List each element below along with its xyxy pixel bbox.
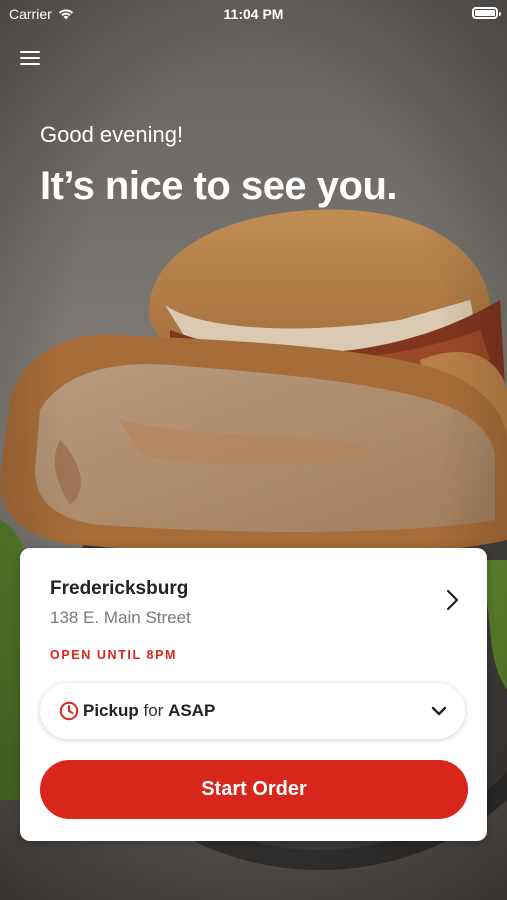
status-time: 11:04 PM [223,6,284,22]
status-bar: Carrier 11:04 PM [0,0,507,30]
location-address: 138 E. Main Street [50,608,191,627]
chevron-right-icon [446,589,459,611]
location-name: Fredericksburg [50,578,189,599]
order-connector: for [143,701,164,720]
location-card: Fredericksburg 138 E. Main Street OPEN U… [20,548,487,841]
clock-icon [59,701,79,721]
order-mode-dropdown[interactable]: Pickup for ASAP [40,683,465,739]
order-mode-text: Pickup for ASAP [83,701,215,721]
hours-status: OPEN UNTIL 8PM [50,648,178,662]
order-method: Pickup [83,701,139,720]
battery-icon [472,7,501,19]
headline-text: It’s nice to see you. [40,164,398,208]
order-time: ASAP [168,701,216,720]
start-order-button[interactable]: Start Order [40,760,468,819]
location-selector[interactable]: Fredericksburg 138 E. Main Street [20,548,487,638]
greeting-text: Good evening! [40,122,184,147]
chevron-down-icon [431,706,447,716]
menu-icon[interactable] [20,49,42,67]
